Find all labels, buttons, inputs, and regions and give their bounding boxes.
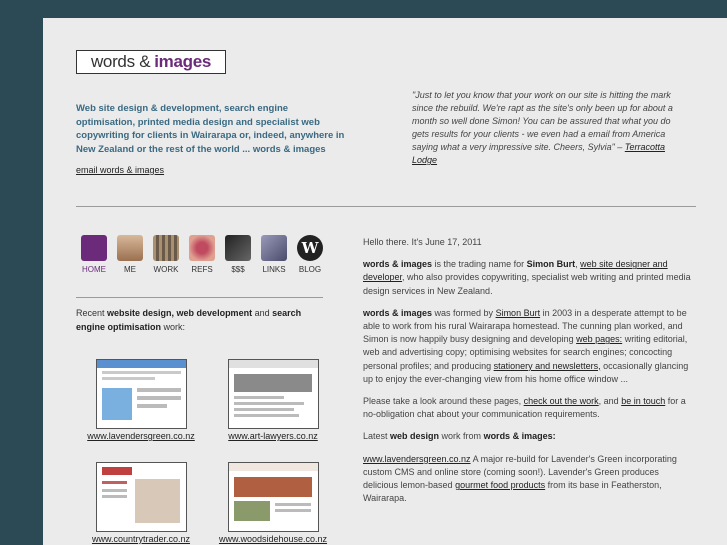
divider: [76, 206, 696, 207]
portfolio-link-lavendersgreen[interactable]: www.lavendersgreen.co.nz: [71, 431, 211, 441]
nav-label: ME: [124, 265, 136, 274]
money-icon: [225, 235, 251, 261]
links-icon: [261, 235, 287, 261]
recent-text: work:: [161, 321, 186, 332]
portfolio-thumb-art-lawyers[interactable]: [228, 359, 319, 429]
lips-icon: [189, 235, 215, 261]
cta-paragraph: Please take a look around these pages, c…: [363, 395, 693, 421]
work-icon: [153, 235, 179, 261]
nav-blog[interactable]: W BLOG: [292, 235, 328, 274]
page: words & images Web site design & develop…: [43, 18, 727, 545]
nav-label: WORK: [153, 265, 179, 274]
recent-bold: website design, web development: [107, 308, 253, 318]
nav-label: LINKS: [262, 265, 286, 274]
portfolio-link-countrytrader[interactable]: www.countrytrader.co.nz: [71, 534, 211, 544]
nav-links[interactable]: LINKS: [256, 235, 292, 274]
text: was formed by: [432, 307, 496, 318]
be-in-touch-link[interactable]: be in touch: [621, 396, 665, 406]
brand-name: words & images: [363, 307, 433, 318]
recent-text: Recent: [76, 308, 108, 318]
web-pages-link[interactable]: web pages:: [576, 334, 622, 344]
logo-images: images: [154, 52, 212, 71]
logo-words: words &: [90, 52, 151, 71]
nav-divider: [76, 297, 323, 298]
portfolio-thumb-countrytrader[interactable]: [96, 462, 187, 532]
wordpress-icon: W: [297, 235, 323, 261]
nav-home[interactable]: HOME: [76, 235, 112, 274]
portfolio-link-woodsidehouse[interactable]: www.woodsidehouse.co.nz: [203, 534, 343, 544]
nav-label: REFS: [191, 265, 213, 274]
site-logo[interactable]: words & images: [76, 50, 226, 74]
home-logo-icon: [81, 235, 107, 261]
brand-name: words & images: [363, 259, 433, 270]
recent-text: and: [252, 308, 273, 318]
intro-paragraph: words & images is the trading name for S…: [363, 258, 693, 298]
testimonial-quote: "Just to let you know that your work on …: [412, 89, 682, 167]
text: Please take a look around these pages,: [363, 396, 524, 407]
greeting: Hello there. It's June 17, 2011: [363, 237, 482, 247]
portfolio-thumb-woodsidehouse[interactable]: [228, 462, 319, 532]
nav-label: HOME: [82, 265, 106, 274]
latest-heading: Latest web design work from words & imag…: [363, 430, 693, 443]
text: , and: [598, 396, 622, 407]
nav-work[interactable]: WORK: [148, 235, 184, 274]
nav-label: $$$: [231, 265, 245, 274]
owner-name: Simon Burt: [526, 259, 576, 270]
nav-money[interactable]: $$$: [220, 235, 256, 274]
portfolio-thumb-lavendersgreen[interactable]: [96, 359, 187, 429]
nav-label: BLOG: [298, 265, 322, 274]
text: is the trading name for: [432, 259, 527, 270]
tagline: Web site design & development, search en…: [76, 103, 345, 155]
nav-me[interactable]: ME: [112, 235, 148, 274]
text: Latest: [363, 431, 391, 442]
bold-text: web design: [390, 431, 440, 442]
lavendersgreen-link[interactable]: www.lavendersgreen.co.nz: [363, 454, 471, 464]
email-link[interactable]: email words & images: [76, 165, 164, 175]
gourmet-food-link[interactable]: gourmet food products: [455, 480, 545, 490]
stationery-link[interactable]: stationery and newsletters,: [494, 361, 601, 371]
bold-text: words & images:: [483, 431, 556, 442]
check-work-link[interactable]: check out the work: [524, 396, 599, 406]
simon-burt-link[interactable]: Simon Burt: [496, 308, 541, 318]
portrait-icon: [117, 235, 143, 261]
recent-work-intro: Recent website design, web development a…: [76, 307, 326, 334]
main-nav: HOME ME WORK REFS $$$ LINKS W BLOG: [76, 235, 328, 274]
history-paragraph: words & images was formed by Simon Burt …: [363, 307, 693, 386]
text: work from: [439, 431, 484, 442]
latest-paragraph: www.lavendersgreen.co.nz A major re-buil…: [363, 453, 693, 506]
nav-refs[interactable]: REFS: [184, 235, 220, 274]
main-content: Hello there. It's June 17, 2011 words & …: [363, 236, 693, 514]
portfolio-link-art-lawyers[interactable]: www.art-lawyers.co.nz: [203, 431, 343, 441]
text: , who also provides copywriting, special…: [363, 272, 691, 296]
